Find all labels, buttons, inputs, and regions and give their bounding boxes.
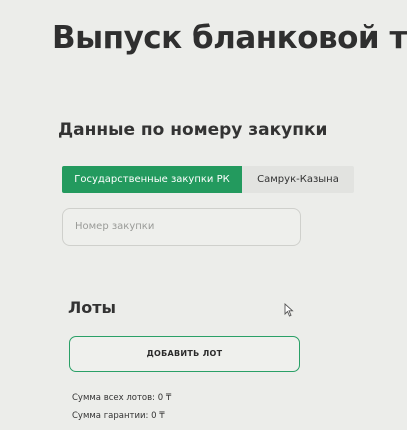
procurement-section-title: Данные по номеру закупки xyxy=(58,120,328,140)
tab-government-procurement[interactable]: Государственные закупки РК xyxy=(62,166,242,193)
mouse-pointer-icon xyxy=(284,302,294,321)
add-lot-button[interactable]: ДОБАВИТЬ ЛОТ xyxy=(69,336,300,372)
guarantee-sum: Сумма гарантии: 0 ₸ xyxy=(72,411,165,421)
procurement-number-input[interactable]: Номер закупки xyxy=(62,208,301,246)
tab-samruk-kazyna[interactable]: Самрук-Казына xyxy=(242,166,354,193)
page-title: Выпуск бланковой те xyxy=(52,20,407,56)
lots-title: Лоты xyxy=(68,298,117,317)
procurement-type-tabs: Государственные закупки РК Самрук-Казына xyxy=(62,166,354,193)
total-lots-sum: Сумма всех лотов: 0 ₸ xyxy=(72,393,172,403)
